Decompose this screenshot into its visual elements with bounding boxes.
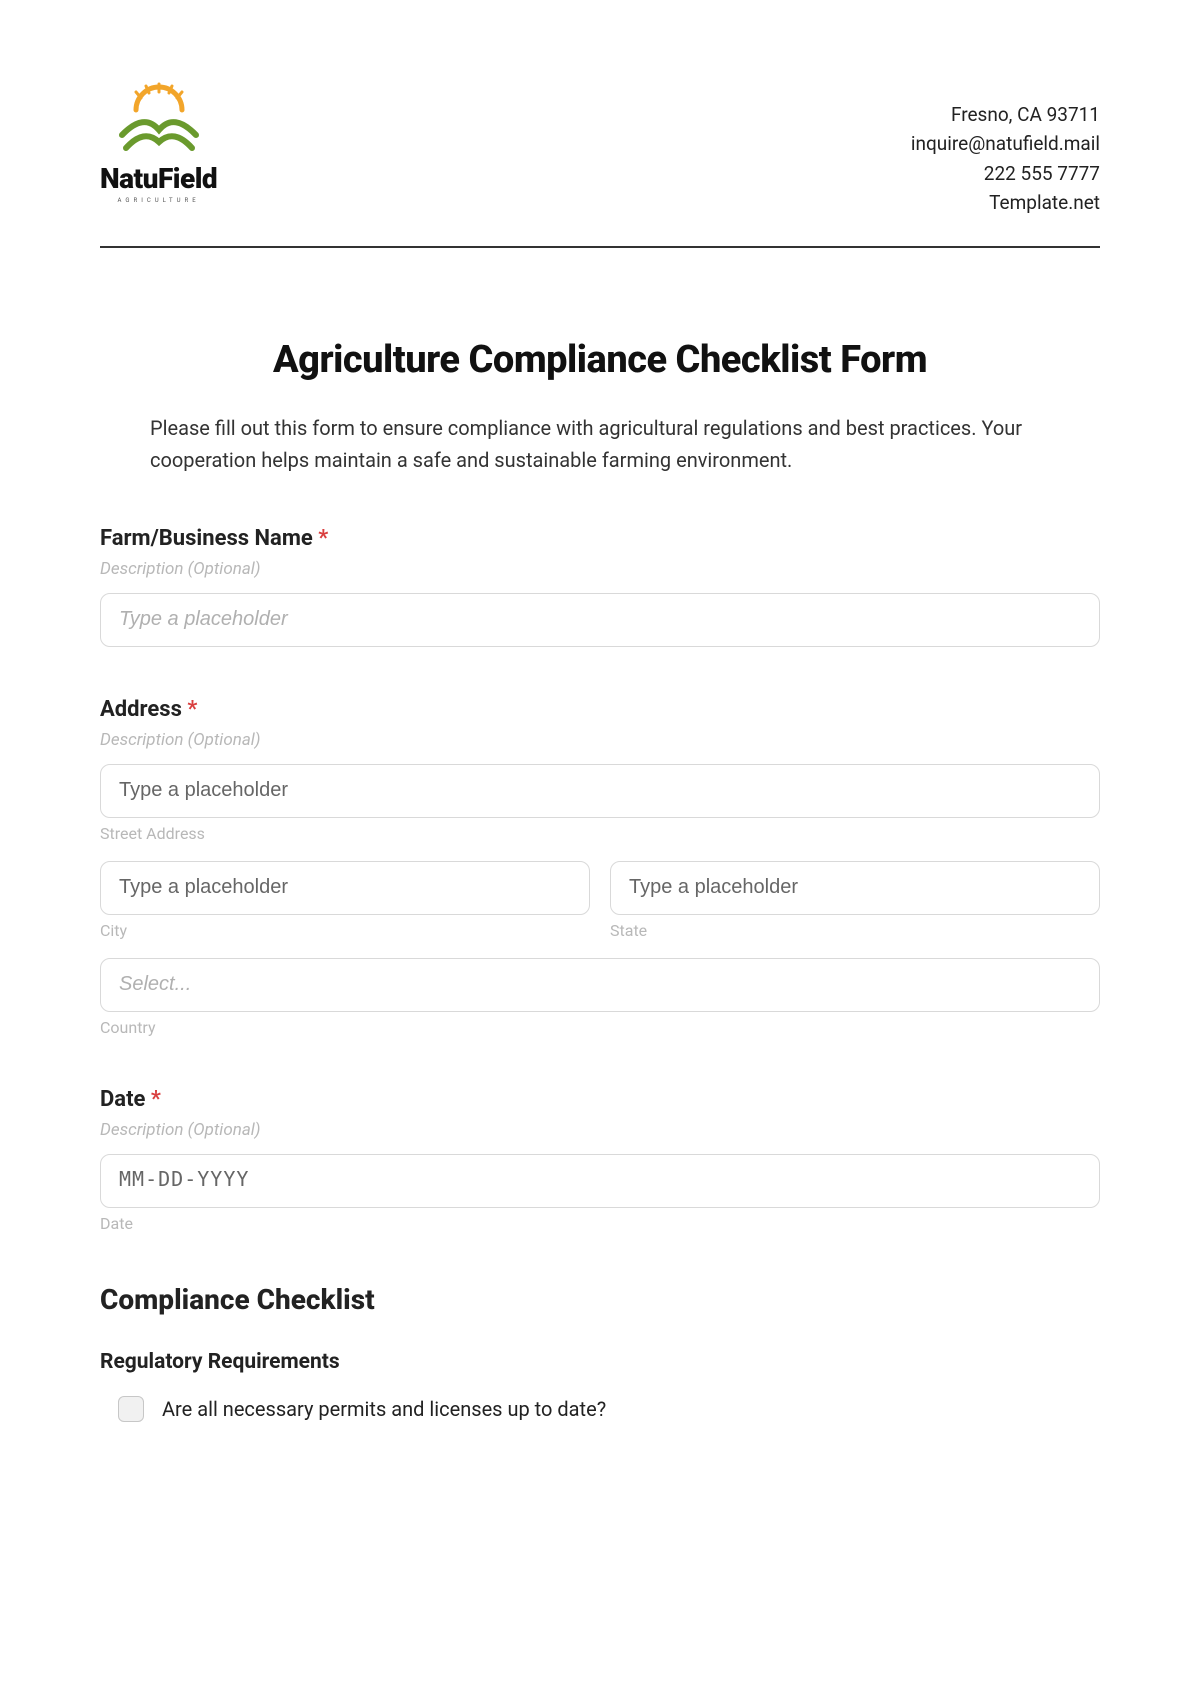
checklist-item-text: Are all necessary permits and licenses u… xyxy=(162,1397,606,1421)
address-label: Address * xyxy=(100,697,1100,722)
date-label-text: Date xyxy=(100,1087,151,1112)
field-farm-name: Farm/Business Name * Description (Option… xyxy=(100,526,1100,647)
date-desc: Description (Optional) xyxy=(100,1120,1100,1140)
form-title: Agriculture Compliance Checklist Form xyxy=(100,338,1100,382)
brand-name: NatuField xyxy=(100,162,217,195)
contact-address: Fresno, CA 93711 xyxy=(911,100,1100,129)
state-sublabel: State xyxy=(610,921,1100,940)
country-sublabel: Country xyxy=(100,1018,1100,1037)
address-label-text: Address xyxy=(100,697,187,722)
contact-block: Fresno, CA 93711 inquire@natufield.mail … xyxy=(911,80,1100,218)
address-desc: Description (Optional) xyxy=(100,730,1100,750)
checklist-group-title: Regulatory Requirements xyxy=(100,1350,1100,1374)
country-select[interactable] xyxy=(100,958,1100,1012)
date-sublabel: Date xyxy=(100,1214,1100,1233)
state-input[interactable] xyxy=(610,861,1100,915)
checklist-section-title: Compliance Checklist xyxy=(100,1283,1100,1316)
field-address: Address * Description (Optional) Street … xyxy=(100,697,1100,1037)
street-sublabel: Street Address xyxy=(100,824,1100,843)
brand-tagline: AGRICULTURE xyxy=(118,197,200,204)
farm-name-input[interactable] xyxy=(100,593,1100,647)
checkbox[interactable] xyxy=(118,1396,144,1422)
page-header: NatuField AGRICULTURE Fresno, CA 93711 i… xyxy=(100,80,1100,248)
farm-name-desc: Description (Optional) xyxy=(100,559,1100,579)
farm-name-label-text: Farm/Business Name xyxy=(100,526,318,551)
city-input[interactable] xyxy=(100,861,590,915)
form-description: Please fill out this form to ensure comp… xyxy=(150,412,1050,476)
required-mark: * xyxy=(318,526,328,551)
contact-email: inquire@natufield.mail xyxy=(911,129,1100,158)
city-sublabel: City xyxy=(100,921,590,940)
farm-name-label: Farm/Business Name * xyxy=(100,526,1100,551)
brand-logo-block: NatuField AGRICULTURE xyxy=(100,80,217,204)
required-mark: * xyxy=(151,1087,161,1112)
street-input[interactable] xyxy=(100,764,1100,818)
date-label: Date * xyxy=(100,1087,1100,1112)
contact-site: Template.net xyxy=(911,188,1100,217)
required-mark: * xyxy=(187,697,197,722)
brand-logo-icon xyxy=(104,80,214,160)
contact-phone: 222 555 7777 xyxy=(911,159,1100,188)
checklist-item: Are all necessary permits and licenses u… xyxy=(100,1396,1100,1422)
field-date: Date * Description (Optional) Date xyxy=(100,1087,1100,1233)
date-input[interactable] xyxy=(100,1154,1100,1208)
